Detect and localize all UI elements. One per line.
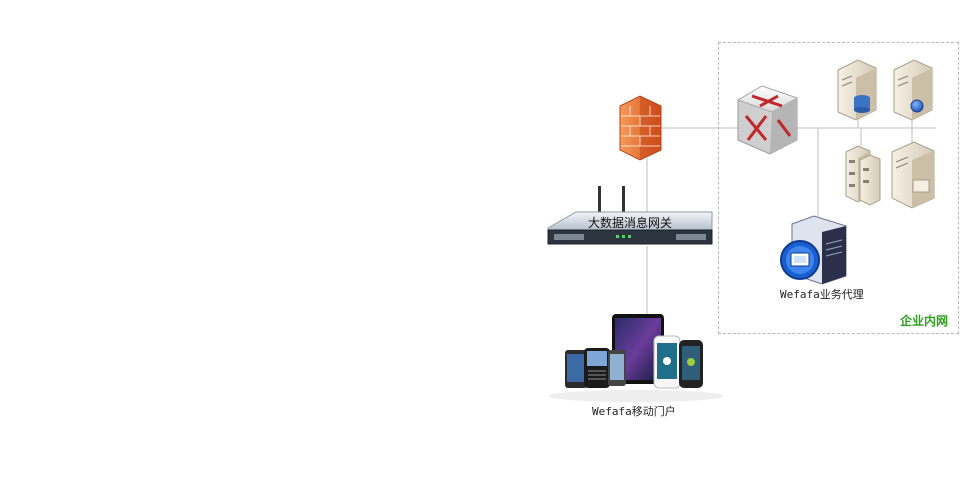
network-diagram: 企业内网 大数据消息网关 Wefafa业务代理 Wefafa移动门户 [0, 0, 970, 491]
database-server-icon [837, 59, 877, 121]
router-icon [736, 85, 799, 155]
mobile-devices-icon [548, 314, 724, 402]
proxy-label: Wefafa业务代理 [780, 288, 864, 301]
diagram-canvas [547, 59, 936, 402]
gateway-label: 大数据消息网关 [588, 216, 673, 230]
firewall-icon [619, 95, 662, 161]
web-server-icon [893, 59, 933, 121]
server-cluster-icon [845, 145, 881, 206]
portal-label: Wefafa移动门户 [592, 405, 676, 418]
app-server-icon [891, 141, 935, 209]
proxy-server-icon [780, 215, 847, 285]
